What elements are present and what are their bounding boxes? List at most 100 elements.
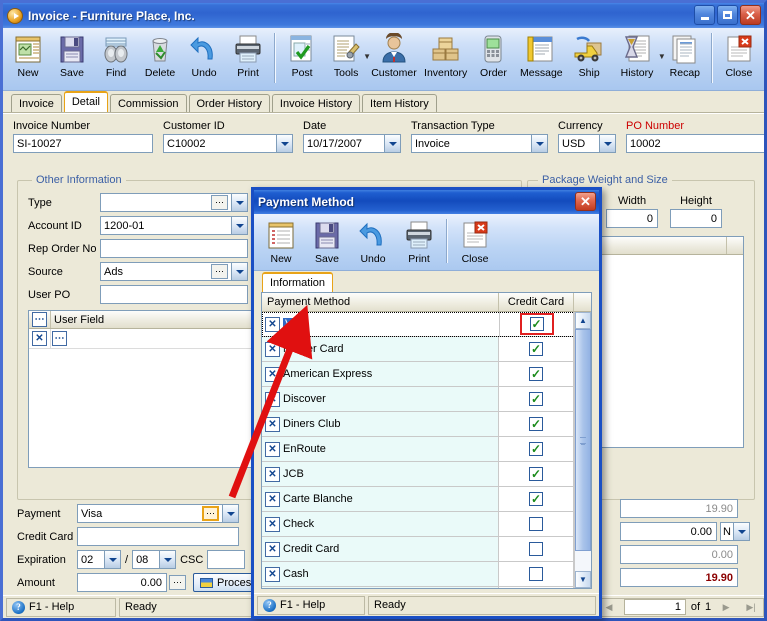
input-amount[interactable]: 0.00: [77, 573, 167, 592]
row-cell-credit-card[interactable]: ✓: [499, 337, 574, 361]
payment-method-name[interactable]: Carte Blanche: [283, 493, 353, 505]
payment-method-name[interactable]: Credit Card: [283, 543, 339, 555]
toolbar-button-history[interactable]: History ▼: [611, 30, 666, 88]
delete-row-button[interactable]: ✕: [265, 391, 280, 407]
tab-order-history[interactable]: Order History: [188, 94, 270, 112]
payment-method-grid[interactable]: Payment Method Credit Card ✕ Visa ✓ ✕ Ma…: [261, 292, 592, 589]
table-row[interactable]: ✕ Discover ✓: [262, 387, 591, 412]
delete-row-button[interactable]: ✕: [265, 466, 280, 482]
delete-row-button[interactable]: ✕: [265, 416, 280, 432]
row-cell-name[interactable]: ✕ Wire Transfer: [262, 587, 499, 588]
tab-commission[interactable]: Commission: [109, 94, 187, 112]
chevron-down-icon-date[interactable]: [384, 134, 401, 153]
close-button[interactable]: ✕: [740, 5, 761, 25]
delete-row-button[interactable]: ✕: [265, 316, 280, 332]
table-row[interactable]: ✕ Diners Club ✓: [262, 412, 591, 437]
toolbar-button-order[interactable]: Order: [471, 30, 515, 88]
toolbar-button-message[interactable]: Message: [515, 30, 567, 88]
input-csc[interactable]: [207, 550, 246, 569]
input-payment[interactable]: Visa: [77, 504, 222, 523]
record-current-input[interactable]: 1: [623, 599, 686, 615]
chevron-down-icon-payment[interactable]: [222, 504, 239, 523]
lookup-button-payment[interactable]: ⋯: [202, 506, 219, 521]
row-cell-credit-card[interactable]: ✓: [499, 487, 574, 511]
row-cell-credit-card[interactable]: [499, 562, 574, 586]
input-currency[interactable]: USD: [558, 134, 599, 153]
delete-row-button[interactable]: ✕: [265, 516, 280, 532]
dialog-help-panel[interactable]: ? F1 - Help: [257, 595, 365, 615]
credit-card-checkbox[interactable]: ✓: [529, 417, 543, 431]
tab-detail[interactable]: Detail: [63, 91, 108, 112]
toolbar-button-inventory[interactable]: Inventory: [420, 30, 472, 88]
payment-method-name[interactable]: EnRoute: [283, 443, 326, 455]
toolbar-button-new[interactable]: New: [6, 30, 50, 88]
payment-method-name[interactable]: American Express: [283, 368, 372, 380]
toolbar-button-delete[interactable]: Delete: [138, 30, 182, 88]
row-cell-credit-card[interactable]: [499, 537, 574, 561]
row-cell-credit-card[interactable]: ✓: [499, 387, 574, 411]
row-cell-credit-card[interactable]: ✓: [499, 412, 574, 436]
combo-account-id[interactable]: 1200-01: [100, 216, 248, 235]
row-cell-credit-card[interactable]: ✓: [499, 462, 574, 486]
delete-row-button[interactable]: ✕: [265, 341, 280, 357]
input-package-width[interactable]: 0: [606, 209, 658, 228]
row-cell-credit-card[interactable]: ✓: [499, 362, 574, 386]
total-tax[interactable]: 0.00: [620, 522, 718, 541]
chevron-down-icon-source[interactable]: [231, 262, 248, 281]
combo-date[interactable]: 10/17/2007: [303, 134, 401, 153]
table-row[interactable]: ✕ EnRoute ✓: [262, 437, 591, 462]
combo-transaction-type[interactable]: Invoice: [411, 134, 548, 153]
grid-select-all-button[interactable]: ⋯: [29, 311, 51, 328]
input-account-id[interactable]: 1200-01: [100, 216, 231, 235]
combo-expiration-year[interactable]: 08: [132, 550, 177, 569]
lookup-button-user-field[interactable]: ⋯: [52, 331, 67, 346]
row-cell-credit-card[interactable]: ✓: [499, 312, 574, 336]
scroll-down-button[interactable]: ▼: [575, 571, 591, 588]
lookup-button-type[interactable]: ⋯: [211, 195, 228, 210]
toolbar-button-undo[interactable]: Undo: [182, 30, 226, 88]
delete-row-button[interactable]: ✕: [265, 441, 280, 457]
tab-invoice-history[interactable]: Invoice History: [271, 94, 361, 112]
dialog-button-undo[interactable]: Undo: [350, 216, 396, 268]
toolbar-button-save[interactable]: Save: [50, 30, 94, 88]
row-cell-name[interactable]: ✕ Diners Club: [262, 412, 499, 436]
payment-method-name[interactable]: JCB: [283, 468, 304, 480]
input-tax-code[interactable]: N: [720, 522, 733, 541]
payment-method-name[interactable]: Discover: [283, 393, 326, 405]
credit-card-checkbox[interactable]: [529, 542, 543, 556]
credit-card-checkbox[interactable]: [529, 567, 543, 581]
table-row[interactable]: ✕ Wire Transfer: [262, 587, 591, 588]
chevron-down-icon-customer-id[interactable]: [276, 134, 293, 153]
row-cell-credit-card[interactable]: ✓: [499, 437, 574, 461]
combo-expiration-month[interactable]: 02: [77, 550, 121, 569]
table-row[interactable]: ✕ Credit Card: [262, 537, 591, 562]
toolbar-button-ship[interactable]: Ship: [567, 30, 611, 88]
table-row[interactable]: ✕ Visa ✓: [262, 312, 591, 337]
table-row[interactable]: ✕ American Express ✓: [262, 362, 591, 387]
chevron-down-icon-tax-code[interactable]: [733, 522, 750, 541]
delete-row-button[interactable]: ✕: [265, 491, 280, 507]
input-user-po[interactable]: [100, 285, 248, 304]
credit-card-checkbox[interactable]: ✓: [529, 492, 543, 506]
input-expiration-month[interactable]: 02: [77, 550, 104, 569]
payment-method-name[interactable]: Visa: [283, 318, 309, 330]
input-po-number[interactable]: 10002: [626, 134, 764, 153]
table-row[interactable]: ✕ JCB ✓: [262, 462, 591, 487]
chevron-down-icon-expiration-month[interactable]: [104, 550, 121, 569]
toolbar-button-customer[interactable]: Customer: [368, 30, 420, 88]
row-cell-name[interactable]: ✕ Credit Card: [262, 537, 499, 561]
row-cell-credit-card[interactable]: [499, 512, 574, 536]
next-record-button[interactable]: ▶: [716, 599, 736, 616]
chevron-down-icon-expiration-year[interactable]: [159, 550, 177, 569]
delete-row-button[interactable]: ✕: [265, 541, 280, 557]
row-cell-name[interactable]: ✕ Master Card: [262, 337, 499, 361]
credit-card-checkbox[interactable]: ✓: [529, 442, 543, 456]
chevron-down-icon-account-id[interactable]: [231, 216, 248, 235]
payment-method-name[interactable]: Master Card: [283, 343, 344, 355]
dialog-button-print[interactable]: Print: [396, 216, 442, 268]
scroll-thumb[interactable]: [575, 329, 591, 551]
delete-row-button[interactable]: ✕: [265, 366, 280, 382]
grid-vertical-scrollbar[interactable]: ▲ ▼: [574, 312, 591, 588]
row-cell-name[interactable]: ✕ Discover: [262, 387, 499, 411]
lookup-button-source[interactable]: ⋯: [211, 264, 228, 279]
